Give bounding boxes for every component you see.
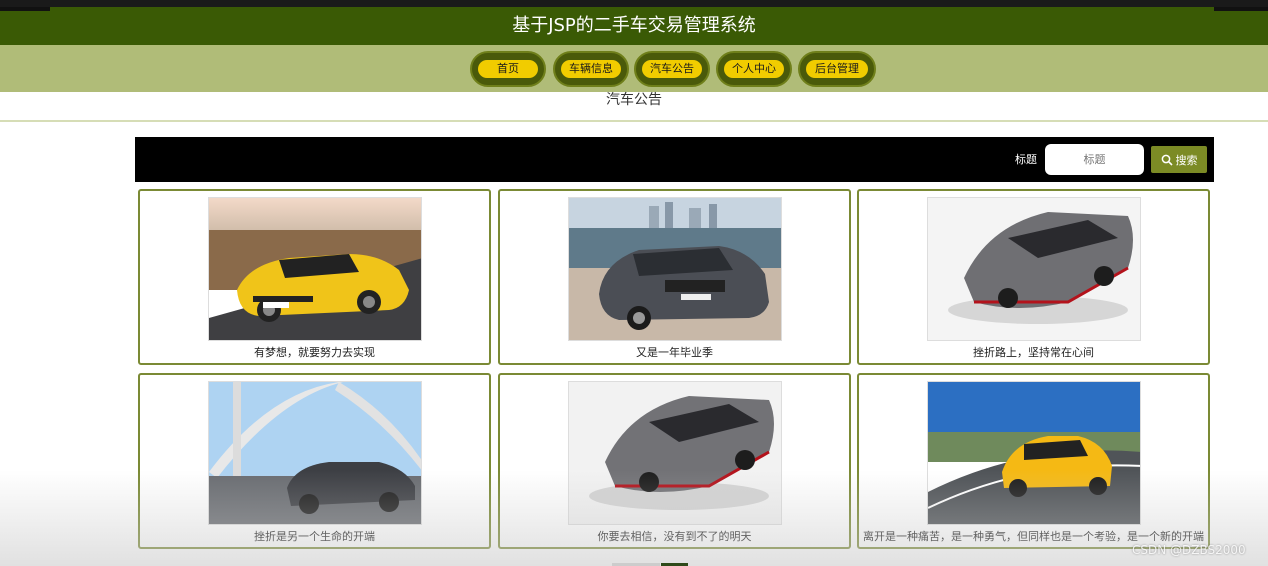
nav-item-announcements[interactable]: 汽车公告 — [634, 51, 710, 87]
nav-item-label: 个人中心 — [724, 60, 784, 78]
car-image — [208, 197, 422, 341]
main-nav: 首页 车辆信息 汽车公告 个人中心 后台管理 — [0, 45, 1268, 92]
nav-item-label: 首页 — [478, 60, 538, 78]
announcement-card[interactable]: 挫折路上，坚持常在心间 — [857, 189, 1210, 365]
nav-item-label: 汽车公告 — [642, 60, 702, 78]
nav-item-profile[interactable]: 个人中心 — [716, 51, 792, 87]
card-caption: 又是一年毕业季 — [636, 346, 713, 359]
top-edge — [0, 0, 1268, 7]
card-caption: 你要去相信，没有到不了的明天 — [597, 530, 752, 543]
card-caption: 离开是一种痛苦，是一种勇气，但同样也是一个考验，是一个新的开端 — [863, 530, 1204, 543]
divider — [0, 120, 1268, 122]
nav-item-home[interactable]: 首页 — [470, 51, 546, 87]
announcement-card[interactable]: 有梦想，就要努力去实现 — [138, 189, 491, 365]
search-button[interactable]: 搜索 — [1151, 146, 1207, 173]
card-caption: 挫折路上，坚持常在心间 — [973, 346, 1094, 359]
page-title: 汽车公告 — [606, 92, 662, 108]
nav-item-label: 车辆信息 — [561, 60, 621, 78]
nav-item-label: 后台管理 — [806, 60, 868, 78]
announcement-card[interactable]: 离开是一种痛苦，是一种勇气，但同样也是一个考验，是一个新的开端 — [857, 373, 1210, 549]
header-edge-right — [1214, 7, 1268, 11]
nav-item-admin[interactable]: 后台管理 — [798, 51, 876, 87]
search-bar: 标题 搜索 — [135, 137, 1214, 182]
car-image — [208, 381, 422, 525]
search-icon — [1161, 154, 1173, 166]
announcement-card[interactable]: 又是一年毕业季 — [498, 189, 851, 365]
search-input[interactable] — [1045, 144, 1144, 175]
site-header: 基于JSP的二手车交易管理系统 — [0, 7, 1268, 45]
search-button-label: 搜索 — [1175, 153, 1198, 167]
search-label: 标题 — [1015, 153, 1037, 166]
site-title: 基于JSP的二手车交易管理系统 — [512, 15, 756, 36]
announcement-card[interactable]: 挫折是另一个生命的开端 — [138, 373, 491, 549]
car-image — [568, 381, 782, 525]
car-image — [927, 381, 1141, 525]
car-image — [568, 197, 782, 341]
announcement-card[interactable]: 你要去相信，没有到不了的明天 — [498, 373, 851, 549]
card-caption: 有梦想，就要努力去实现 — [254, 346, 375, 359]
nav-item-vehicles[interactable]: 车辆信息 — [553, 51, 629, 87]
header-edge-left — [0, 7, 50, 11]
watermark: CSDN @DZBS2000 — [1132, 543, 1246, 557]
card-caption: 挫折是另一个生命的开端 — [254, 530, 375, 543]
car-image — [927, 197, 1141, 341]
